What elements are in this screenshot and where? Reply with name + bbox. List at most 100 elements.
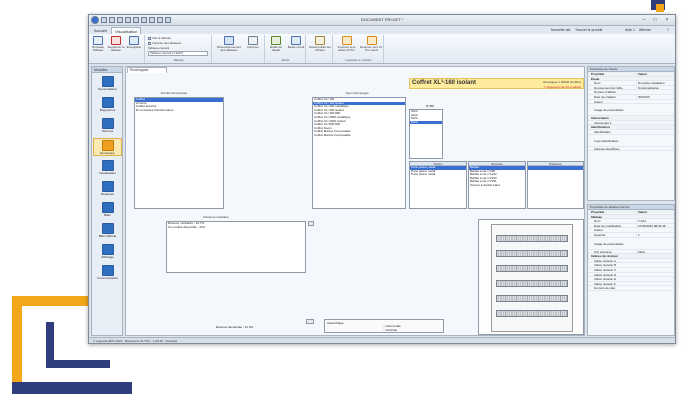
sidebar-item-label: Repérées bbox=[100, 192, 114, 196]
status-bar: © Legrand 2007-2022 · Ressource XL³ Pro … bbox=[89, 337, 675, 343]
property-row[interactable]: Image de présentation bbox=[588, 104, 674, 117]
reserve-box: Réserve modulaire : 24.7% Un module disp… bbox=[166, 221, 306, 273]
study-properties-panel: Propriétés de l'étude Propriété Valeur É… bbox=[587, 66, 675, 201]
property-key: Image de présentation bbox=[594, 241, 624, 246]
dimension-tables-button[interactable]: Dimensionnement des tableaux bbox=[215, 36, 243, 56]
export-xipro-button[interactable]: Exporter vers XI-Pro Gen2 bbox=[359, 36, 384, 56]
list-item[interactable]: En enceintes transformateur bbox=[135, 109, 223, 113]
delete-table-label: Supprimer le tableau bbox=[107, 45, 125, 53]
list-item[interactable]: Coffret Marina Composable bbox=[313, 134, 405, 138]
ribbon-group-name: Tableau bbox=[173, 58, 184, 62]
menu-display[interactable]: Afficher bbox=[639, 27, 651, 34]
plastrons-list[interactable]: Plastrons bbox=[527, 161, 584, 209]
din-rail bbox=[496, 295, 568, 302]
import-icon bbox=[341, 36, 352, 45]
property-row[interactable]: Logo Identification bbox=[588, 135, 674, 147]
help-button[interactable]: ? bbox=[667, 27, 669, 34]
menu-help[interactable]: Aide 1 bbox=[625, 27, 635, 34]
list-item[interactable]: Serrure à double barre bbox=[469, 184, 525, 188]
dimension-icon bbox=[224, 36, 234, 45]
reserve-toggle[interactable] bbox=[308, 221, 314, 226]
din-rail bbox=[496, 280, 568, 287]
title-bar: DOCUMENT PROJET * – □ × bbox=[89, 15, 675, 26]
property-row[interactable]: Image de présentation bbox=[588, 238, 674, 250]
lock-icon bbox=[315, 36, 325, 45]
table-properties-panel: Propriétés du tableau courant Propriété … bbox=[587, 204, 675, 336]
menu-new-util[interactable]: Nouvelle util. bbox=[551, 27, 571, 34]
print-button[interactable]: Imprimer bbox=[243, 36, 263, 56]
ribbon-group-name: Logiciels en relation bbox=[345, 58, 372, 62]
sidebar-item-bilan-etude[interactable]: Bilan d'Étude bbox=[93, 222, 122, 240]
ribbon-group-name: Étude bbox=[281, 58, 290, 62]
borgnerons-icon bbox=[101, 97, 114, 108]
tab-accueil[interactable]: Accueil bbox=[91, 27, 110, 34]
visualisation-icon bbox=[101, 160, 114, 171]
property-key: Adresse Identificat... bbox=[594, 146, 622, 151]
cabinet-preview bbox=[478, 219, 584, 335]
sidebar-item-bilan[interactable]: Bilan bbox=[93, 201, 122, 219]
list-item[interactable]: 6x24 bbox=[410, 120, 442, 125]
nomenclature-icon bbox=[101, 76, 114, 87]
module-sidebar: Modules Nomenclature Borgnerons Schéma E… bbox=[91, 66, 123, 336]
sidebar-item-visualisation[interactable]: Visualisation bbox=[93, 159, 122, 177]
save-label: Enregistrer bbox=[126, 45, 142, 49]
import-xipro-button[interactable]: Importer vers étude XI-Pro bbox=[334, 36, 359, 56]
start-study-button[interactable]: Étude de départ bbox=[266, 36, 286, 56]
ribbon-group-related-software: Importer vers étude XI-Pro Exporter vers… bbox=[334, 35, 384, 63]
din-rail bbox=[496, 265, 568, 272]
affichage-icon bbox=[101, 244, 114, 255]
sidebar-item-nomenclature[interactable]: Nomenclature bbox=[93, 75, 122, 93]
close-icon[interactable]: × bbox=[662, 17, 672, 24]
circuit-study-icon bbox=[291, 36, 301, 45]
ribbon-group-table-options: Voir le tableau Importer des tableaux Ta… bbox=[146, 35, 212, 63]
property-key: Image de présentation bbox=[594, 108, 624, 113]
minimize-icon[interactable]: – bbox=[639, 17, 649, 24]
list-item[interactable] bbox=[528, 166, 583, 170]
cabinet-image bbox=[491, 224, 573, 332]
sidebar-item-affichage[interactable]: Affichage bbox=[93, 243, 122, 261]
save-button[interactable]: Enregistrer bbox=[125, 36, 143, 56]
sidebar-item-label: Borgnerons bbox=[99, 108, 116, 112]
delete-table-button[interactable]: Supprimer le tableau bbox=[107, 36, 125, 56]
sidebar-item-reperees[interactable]: Repérées bbox=[93, 180, 122, 198]
menu-find-product[interactable]: Trouver le produit bbox=[575, 27, 602, 34]
assembly-vertical-radio[interactable]: ○ Verticale bbox=[383, 328, 397, 332]
locks-list[interactable]: Serrures Barillet Barillet à clé n°405 B… bbox=[468, 161, 526, 209]
export-icon bbox=[366, 36, 377, 45]
doors-list[interactable]: Portes Porte pleine métal Porte pleine m… bbox=[409, 161, 467, 209]
communication-icon bbox=[101, 265, 114, 276]
sidebar-item-enveloppe[interactable]: Enveloppe bbox=[93, 138, 122, 156]
list-item[interactable]: Porte pleine métal bbox=[410, 173, 466, 177]
unlock-files-label: Déverrouiller les fichiers bbox=[309, 45, 331, 53]
bilan-etude-icon bbox=[101, 223, 114, 234]
document-tab-enveloppes[interactable]: Enveloppes bbox=[127, 67, 167, 73]
ribbon-group-file: Nouveau Tableau Supprimer le tableau Enr… bbox=[89, 35, 145, 63]
ribbon: Nouveau Tableau Supprimer le tableau Enr… bbox=[89, 34, 675, 64]
property-row[interactable]: Numéro de plan bbox=[588, 286, 674, 291]
types-list[interactable]: Coffret XL³ 160 Coffret XL³ 160 isolant … bbox=[312, 97, 406, 209]
sidebar-item-schema[interactable]: Schéma bbox=[93, 117, 122, 135]
sidebar-item-communication[interactable]: Communication bbox=[93, 264, 122, 282]
assembly-box: Assemblage ○ Horizontale ○ Verticale bbox=[324, 319, 444, 333]
tab-visualisation[interactable]: Visualisation bbox=[111, 27, 142, 34]
sidebar-item-borgnerons[interactable]: Borgnerons bbox=[93, 96, 122, 114]
families-header: Famille d'enveloppe bbox=[160, 91, 188, 95]
current-table-select[interactable]: Tableau courant (1 tlab?) bbox=[148, 51, 208, 56]
application-window: DOCUMENT PROJET * – □ × Accueil Visualis… bbox=[88, 14, 676, 344]
circuit-study-button[interactable]: Étude circuit bbox=[286, 36, 306, 56]
maximize-icon[interactable]: □ bbox=[650, 17, 660, 24]
brand-frame-bottom-line bbox=[12, 382, 132, 394]
assembly-vertical-label: Verticale bbox=[385, 328, 398, 332]
new-table-button[interactable]: Nouveau Tableau bbox=[89, 36, 107, 56]
sidebar-item-label: Communication bbox=[97, 276, 118, 280]
print-label: Imprimer bbox=[247, 45, 259, 49]
sidebar-item-label: Bilan bbox=[104, 213, 111, 217]
export-xipro-label: Exporter vers XI-Pro Gen2 bbox=[360, 45, 383, 53]
print-table-icon bbox=[248, 36, 258, 45]
families-list[interactable]: Coffret Armoire Coffret étanche En encei… bbox=[134, 97, 224, 209]
property-row[interactable]: Adresse Identificat... bbox=[588, 147, 674, 152]
depth-list[interactable]: 3x24 4x24 5x24 6x24 bbox=[409, 109, 443, 159]
import-xipro-label: Importer vers étude XI-Pro bbox=[337, 45, 356, 53]
reserve-requested-spin[interactable] bbox=[306, 319, 314, 324]
unlock-files-button[interactable]: Déverrouiller les fichiers bbox=[308, 36, 332, 56]
